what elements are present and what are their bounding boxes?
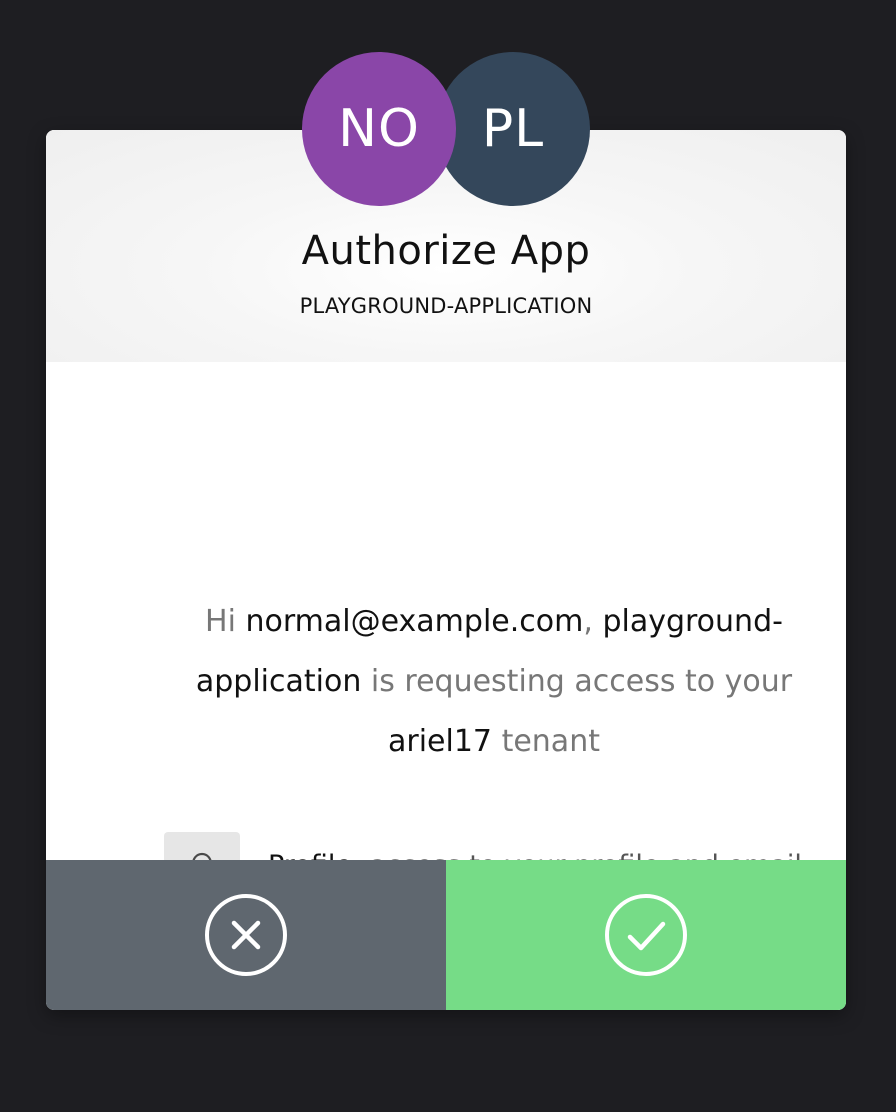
dialog-title: Authorize App xyxy=(301,228,591,274)
app-name-subtitle: PLAYGROUND-APPLICATION xyxy=(299,294,593,318)
user-avatar: NO xyxy=(302,52,456,206)
close-circle-icon xyxy=(205,894,287,976)
authorize-dialog: Authorize App PLAYGROUND-APPLICATION Hi … xyxy=(46,130,846,1010)
tenant-name: ariel17 xyxy=(388,724,493,759)
comma-text: , xyxy=(583,604,593,639)
user-email: normal@example.com xyxy=(245,604,584,639)
page-background: Authorize App PLAYGROUND-APPLICATION Hi … xyxy=(0,0,896,1112)
accept-button[interactable] xyxy=(446,860,846,1010)
consent-message: Hi normal@example.com, playground-applic… xyxy=(156,592,832,772)
greeting-text: Hi xyxy=(205,604,236,639)
tenant-word: tenant xyxy=(501,724,600,759)
requesting-text: is requesting access to your xyxy=(370,664,793,699)
app-initials: PL xyxy=(481,99,545,159)
user-initials: NO xyxy=(338,99,420,159)
deny-button[interactable] xyxy=(46,860,446,1010)
app-avatar: PL xyxy=(436,52,590,206)
check-circle-icon xyxy=(605,894,687,976)
